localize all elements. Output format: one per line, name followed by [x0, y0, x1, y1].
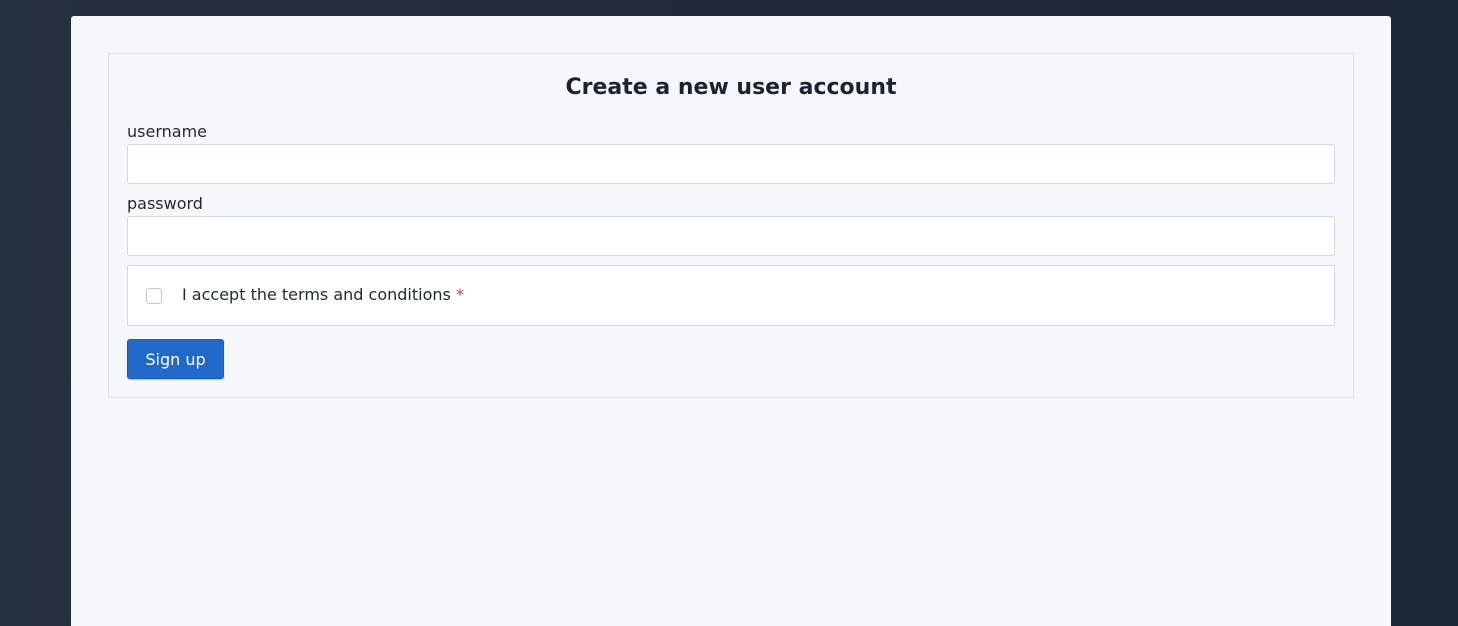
password-label: password: [127, 194, 203, 213]
required-indicator: *: [456, 285, 464, 304]
password-input[interactable]: [127, 216, 1335, 256]
terms-label[interactable]: I accept the terms and conditions: [182, 285, 451, 305]
terms-checkbox[interactable]: [146, 288, 162, 304]
username-label: username: [127, 122, 207, 141]
terms-container: I accept the terms and conditions *: [127, 265, 1335, 326]
sign-up-button[interactable]: Sign up: [127, 339, 224, 379]
username-input[interactable]: [127, 144, 1335, 184]
signup-form: Create a new user account username passw…: [108, 53, 1354, 398]
form-title: Create a new user account: [565, 75, 897, 100]
content-panel: Create a new user account username passw…: [71, 16, 1391, 626]
